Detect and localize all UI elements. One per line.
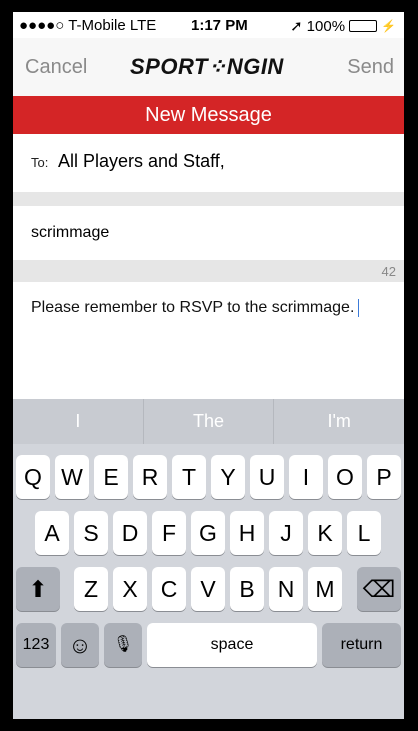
- key-g[interactable]: G: [191, 511, 225, 555]
- key-r[interactable]: R: [133, 455, 167, 499]
- key-row-1: Q W E R T Y U I O P: [13, 455, 404, 499]
- message-body-field[interactable]: Please remember to RSVP to the scrimmage…: [13, 282, 404, 399]
- character-count: 42: [381, 264, 396, 279]
- return-key[interactable]: return: [322, 623, 401, 667]
- key-j[interactable]: J: [269, 511, 303, 555]
- status-right: ➚ 100% ⚡: [290, 17, 396, 36]
- sportngin-logo: SPORT⁘NGIN: [130, 54, 284, 79]
- key-z[interactable]: Z: [74, 567, 108, 611]
- clock: 1:17 PM: [191, 17, 248, 34]
- phone-screen: ●●●●○ T-Mobile LTE 1:17 PM ➚ 100% ⚡ Canc…: [13, 12, 404, 719]
- key-e[interactable]: E: [94, 455, 128, 499]
- suggestion-2[interactable]: The: [144, 399, 275, 444]
- divider: [13, 192, 404, 206]
- key-y[interactable]: Y: [211, 455, 245, 499]
- key-row-3: ⬆ Z X C V B N M ⌫: [13, 567, 404, 611]
- space-key[interactable]: space: [147, 623, 317, 667]
- location-arrow-icon: ➚: [290, 18, 303, 35]
- recipients-value[interactable]: All Players and Staff,: [58, 151, 225, 172]
- cancel-button[interactable]: Cancel: [25, 56, 87, 79]
- backspace-key[interactable]: ⌫: [357, 567, 401, 611]
- key-c[interactable]: C: [152, 567, 186, 611]
- recipients-field[interactable]: To: All Players and Staff,: [13, 134, 404, 192]
- key-h[interactable]: H: [230, 511, 264, 555]
- text-cursor: [358, 298, 360, 317]
- battery-icon: [349, 20, 378, 32]
- key-d[interactable]: D: [113, 511, 147, 555]
- divider: 42: [13, 260, 404, 282]
- key-t[interactable]: T: [172, 455, 206, 499]
- subject-value[interactable]: scrimmage: [31, 224, 109, 242]
- emoji-key[interactable]: ☺: [61, 623, 99, 667]
- microphone-icon[interactable]: 🎙: [104, 623, 142, 667]
- subject-field[interactable]: scrimmage: [13, 206, 404, 260]
- key-n[interactable]: N: [269, 567, 303, 611]
- battery-percent: 100%: [306, 17, 346, 35]
- key-k[interactable]: K: [308, 511, 342, 555]
- send-button[interactable]: Send: [347, 56, 394, 79]
- key-w[interactable]: W: [55, 455, 89, 499]
- key-x[interactable]: X: [113, 567, 147, 611]
- key-m[interactable]: M: [308, 567, 342, 611]
- key-row-4: 123 ☺ 🎙 space return: [13, 623, 404, 667]
- key-a[interactable]: A: [35, 511, 69, 555]
- navigation-bar: Cancel SPORT⁘NGIN Send: [13, 38, 404, 96]
- keyboard: I The I'm Q W E R T Y U I O P A S D F G …: [13, 399, 404, 719]
- suggestion-3[interactable]: I'm: [274, 399, 404, 444]
- message-body-text[interactable]: Please remember to RSVP to the scrimmage…: [31, 299, 354, 316]
- page-title: New Message: [13, 96, 404, 134]
- charging-icon: ⚡: [381, 19, 396, 33]
- key-b[interactable]: B: [230, 567, 264, 611]
- key-s[interactable]: S: [74, 511, 108, 555]
- suggestion-1[interactable]: I: [13, 399, 144, 444]
- numbers-key[interactable]: 123: [16, 623, 56, 667]
- shift-key[interactable]: ⬆: [16, 567, 60, 611]
- key-q[interactable]: Q: [16, 455, 50, 499]
- key-o[interactable]: O: [328, 455, 362, 499]
- predictive-bar: I The I'm: [13, 399, 404, 444]
- key-p[interactable]: P: [367, 455, 401, 499]
- key-i[interactable]: I: [289, 455, 323, 499]
- key-v[interactable]: V: [191, 567, 225, 611]
- key-l[interactable]: L: [347, 511, 381, 555]
- status-bar: ●●●●○ T-Mobile LTE 1:17 PM ➚ 100% ⚡: [13, 12, 404, 38]
- key-f[interactable]: F: [152, 511, 186, 555]
- to-label: To:: [31, 155, 49, 170]
- carrier-label: ●●●●○ T-Mobile LTE: [19, 17, 157, 34]
- key-u[interactable]: U: [250, 455, 284, 499]
- key-row-2: A S D F G H J K L: [13, 511, 404, 555]
